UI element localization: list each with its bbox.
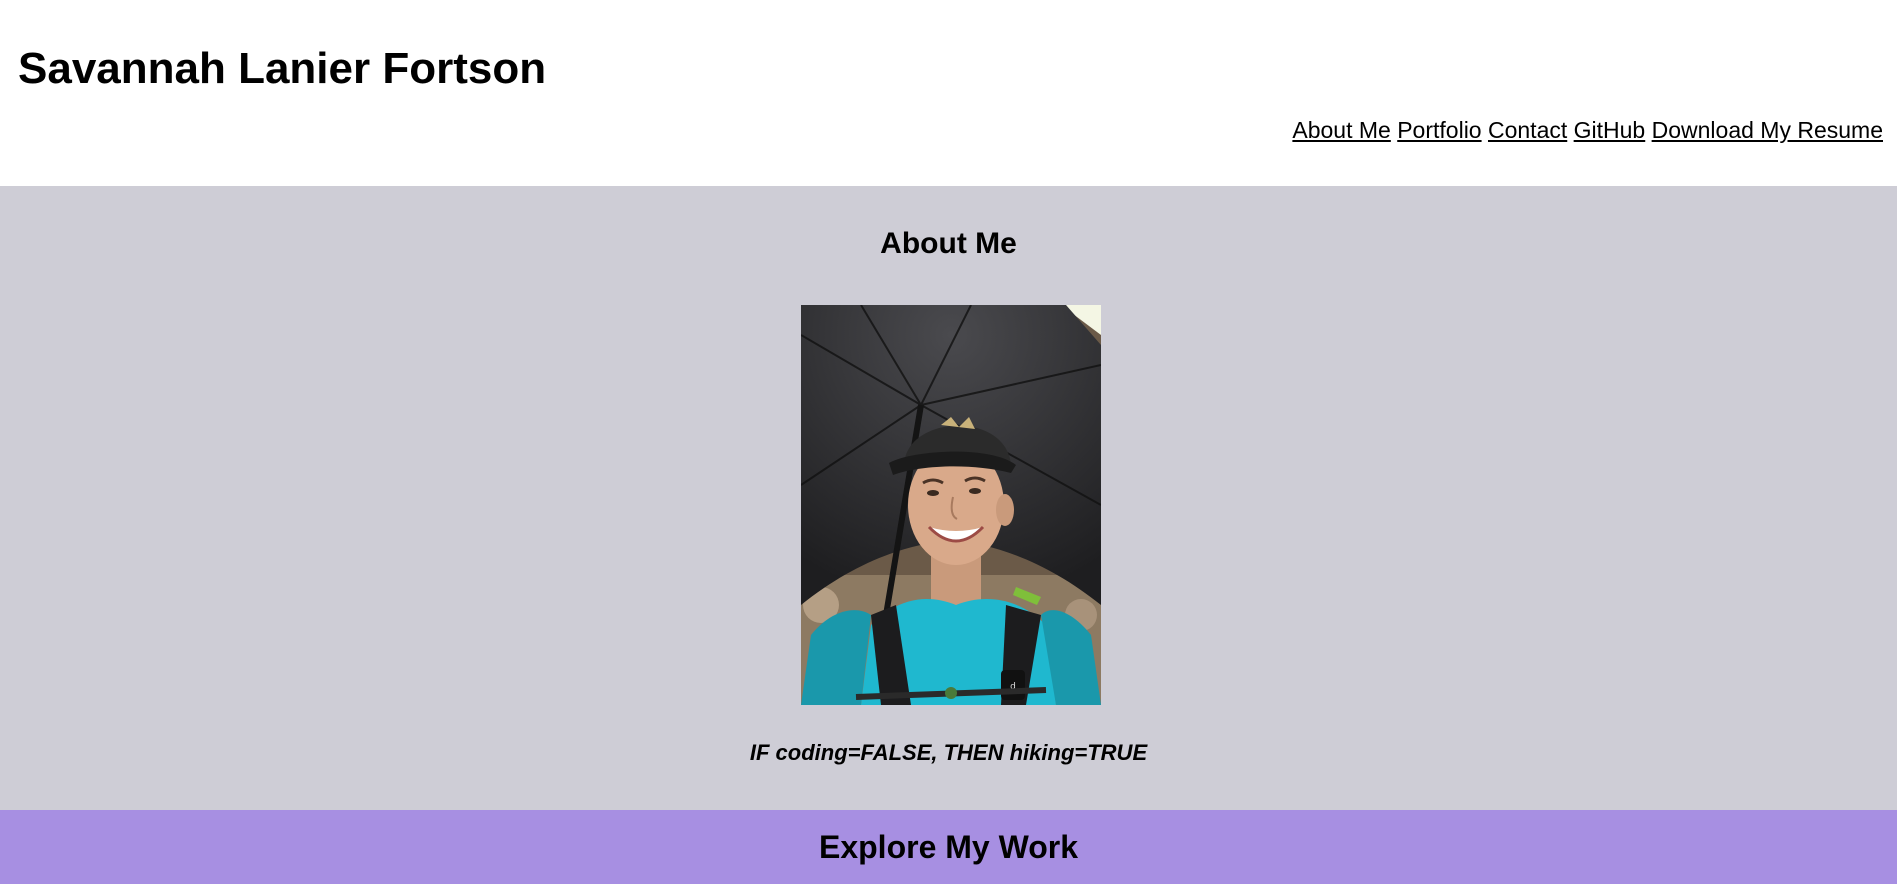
nav-link-download-resume[interactable]: Download My Resume [1652,117,1883,143]
nav-link-contact[interactable]: Contact [1488,117,1567,143]
about-section: About Me d IF coding=FALSE, THEN hiking=… [0,186,1897,810]
nav-link-portfolio[interactable]: Portfolio [1397,117,1481,143]
profile-photo: d [801,305,1101,705]
nav-link-about-me[interactable]: About Me [1292,117,1390,143]
work-heading: Explore My Work [818,829,1079,865]
main-nav: About Me Portfolio Contact GitHub Downlo… [1292,115,1883,145]
work-section: Explore My Work [0,810,1897,884]
about-heading: About Me [880,227,1017,260]
site-title: Savannah Lanier Fortson [18,44,547,93]
site-header: Savannah Lanier Fortson About Me Portfol… [0,0,1897,186]
nav-link-github[interactable]: GitHub [1574,117,1646,143]
tagline: IF coding=FALSE, THEN hiking=TRUE [749,740,1148,765]
